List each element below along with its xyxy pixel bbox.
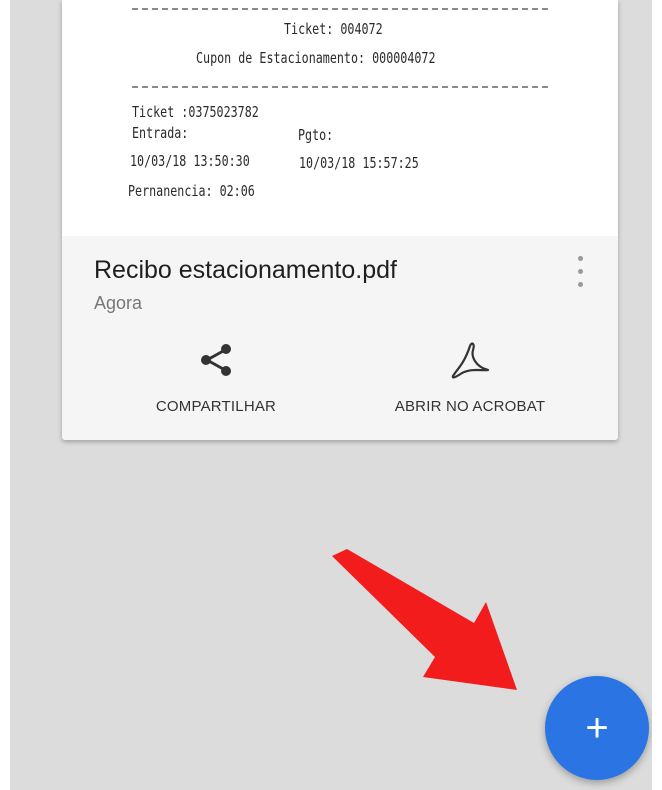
app-screen: Ticket: 004072 Cupon de Estacionamento: …: [10, 0, 652, 790]
add-fab-button[interactable]: +: [545, 676, 649, 780]
plus-icon: +: [585, 706, 609, 750]
red-arrow: [332, 549, 517, 690]
